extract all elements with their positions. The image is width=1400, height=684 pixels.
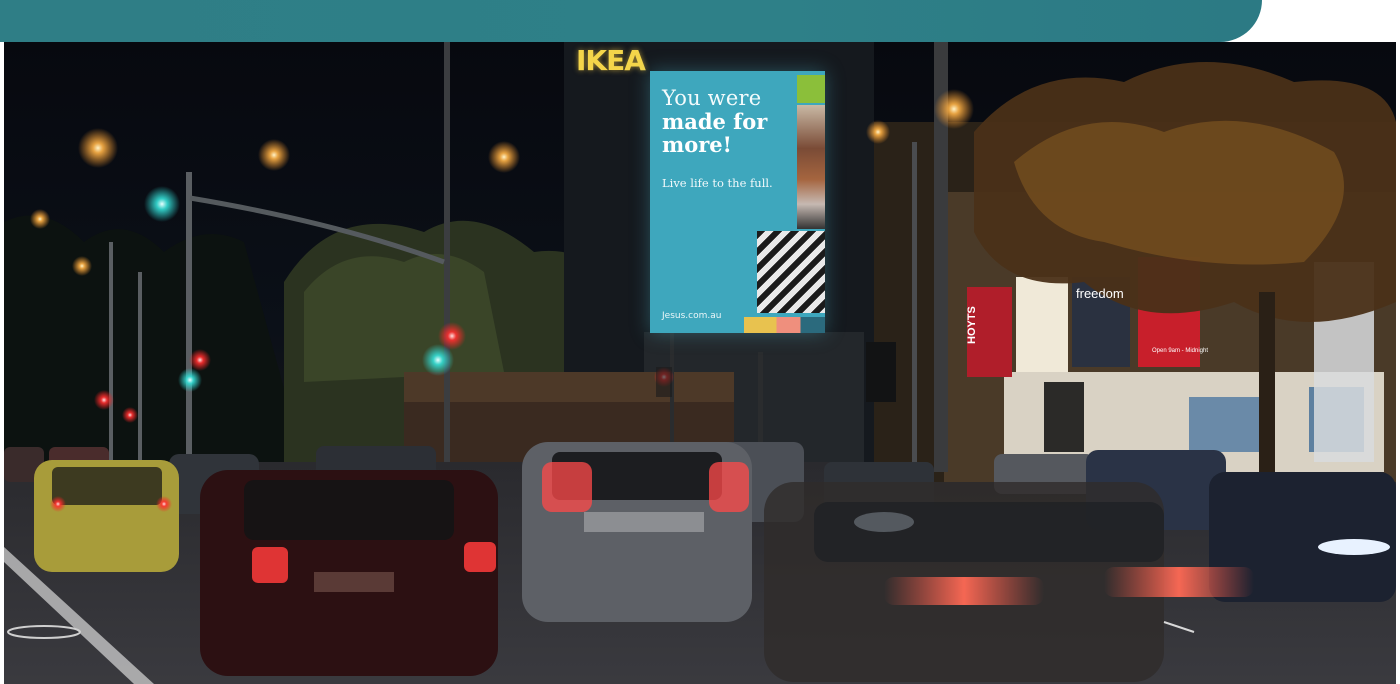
billboard-line-2a: made for bbox=[662, 109, 768, 134]
street-photo: IKEA You were made for more! Live life t… bbox=[4, 42, 1396, 684]
billboard-photo bbox=[797, 105, 825, 229]
hoyts-sign: HOYTS bbox=[966, 306, 978, 344]
billboard-tagline: Live life to the full. bbox=[662, 176, 773, 190]
billboard-color-bar bbox=[744, 317, 825, 333]
billboard-line-1: You were bbox=[662, 86, 762, 110]
billboard-line-2b: more! bbox=[662, 132, 732, 157]
top-banner bbox=[0, 0, 1400, 42]
banner-shape bbox=[0, 0, 1262, 42]
ikea-sign: IKEA bbox=[576, 44, 646, 77]
freedom-sign: freedom bbox=[1076, 286, 1124, 301]
billboard: You were made for more! Live life to the… bbox=[650, 71, 825, 333]
billboard-url: Jesus.com.au bbox=[662, 311, 722, 321]
billboard-stripes bbox=[757, 231, 825, 313]
billboard-line-2: made for more! bbox=[662, 110, 767, 156]
opening-hours-sign: Open 9am - Midnight bbox=[1152, 348, 1209, 354]
billboard-green-block bbox=[797, 75, 825, 103]
